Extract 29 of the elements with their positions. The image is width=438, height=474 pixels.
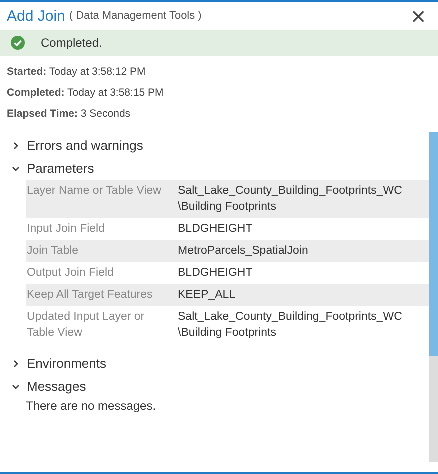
- parameter-name: Output Join Field: [26, 266, 115, 281]
- window-subtitle: ( Data Management Tools ): [69, 10, 202, 22]
- window-title: Add Join: [7, 8, 66, 24]
- parameter-value: KEEP_ALL: [178, 288, 237, 303]
- section-header[interactable]: Messages: [10, 375, 88, 398]
- chevron-icon: [12, 142, 20, 150]
- section-header[interactable]: Errors and warnings: [10, 134, 146, 157]
- parameter-name: Input Join Field: [26, 222, 106, 237]
- section-header[interactable]: Environments: [10, 352, 108, 375]
- parameter-name: Layer Name or Table View: [26, 184, 162, 199]
- parameter-name: Keep All Target Features: [26, 288, 154, 303]
- detail-text: Started: Today at 3:58:12 PM: [7, 65, 147, 80]
- section-header[interactable]: Parameters: [10, 157, 96, 180]
- parameter-value: MetroParcels_SpatialJoin: [178, 244, 310, 259]
- chevron-icon: [12, 164, 20, 172]
- check-circle-icon: [11, 36, 25, 50]
- chevron-icon: [12, 382, 20, 390]
- message-text: There are no messages.: [26, 399, 158, 413]
- parameter-name: Join Table: [26, 244, 80, 259]
- parameter-value: Salt_Lake_County_Building_Footprints_WC \Building Footprints: [178, 310, 404, 341]
- parameter-value: BLDGHEIGHT: [178, 266, 254, 281]
- detail-text: Completed: Today at 3:58:15 PM: [7, 86, 165, 101]
- status-text: Completed.: [41, 36, 102, 50]
- parameter-value: BLDGHEIGHT: [178, 222, 254, 237]
- parameter-name: Updated Input Layer or Table View: [26, 310, 146, 341]
- parameter-value: Salt_Lake_County_Building_Footprints_WC \Building Footprints: [178, 184, 404, 215]
- chevron-icon: [12, 360, 20, 368]
- detail-text: Elapsed Time: 3 Seconds: [7, 107, 132, 122]
- close-button[interactable]: ×: [406, 6, 431, 26]
